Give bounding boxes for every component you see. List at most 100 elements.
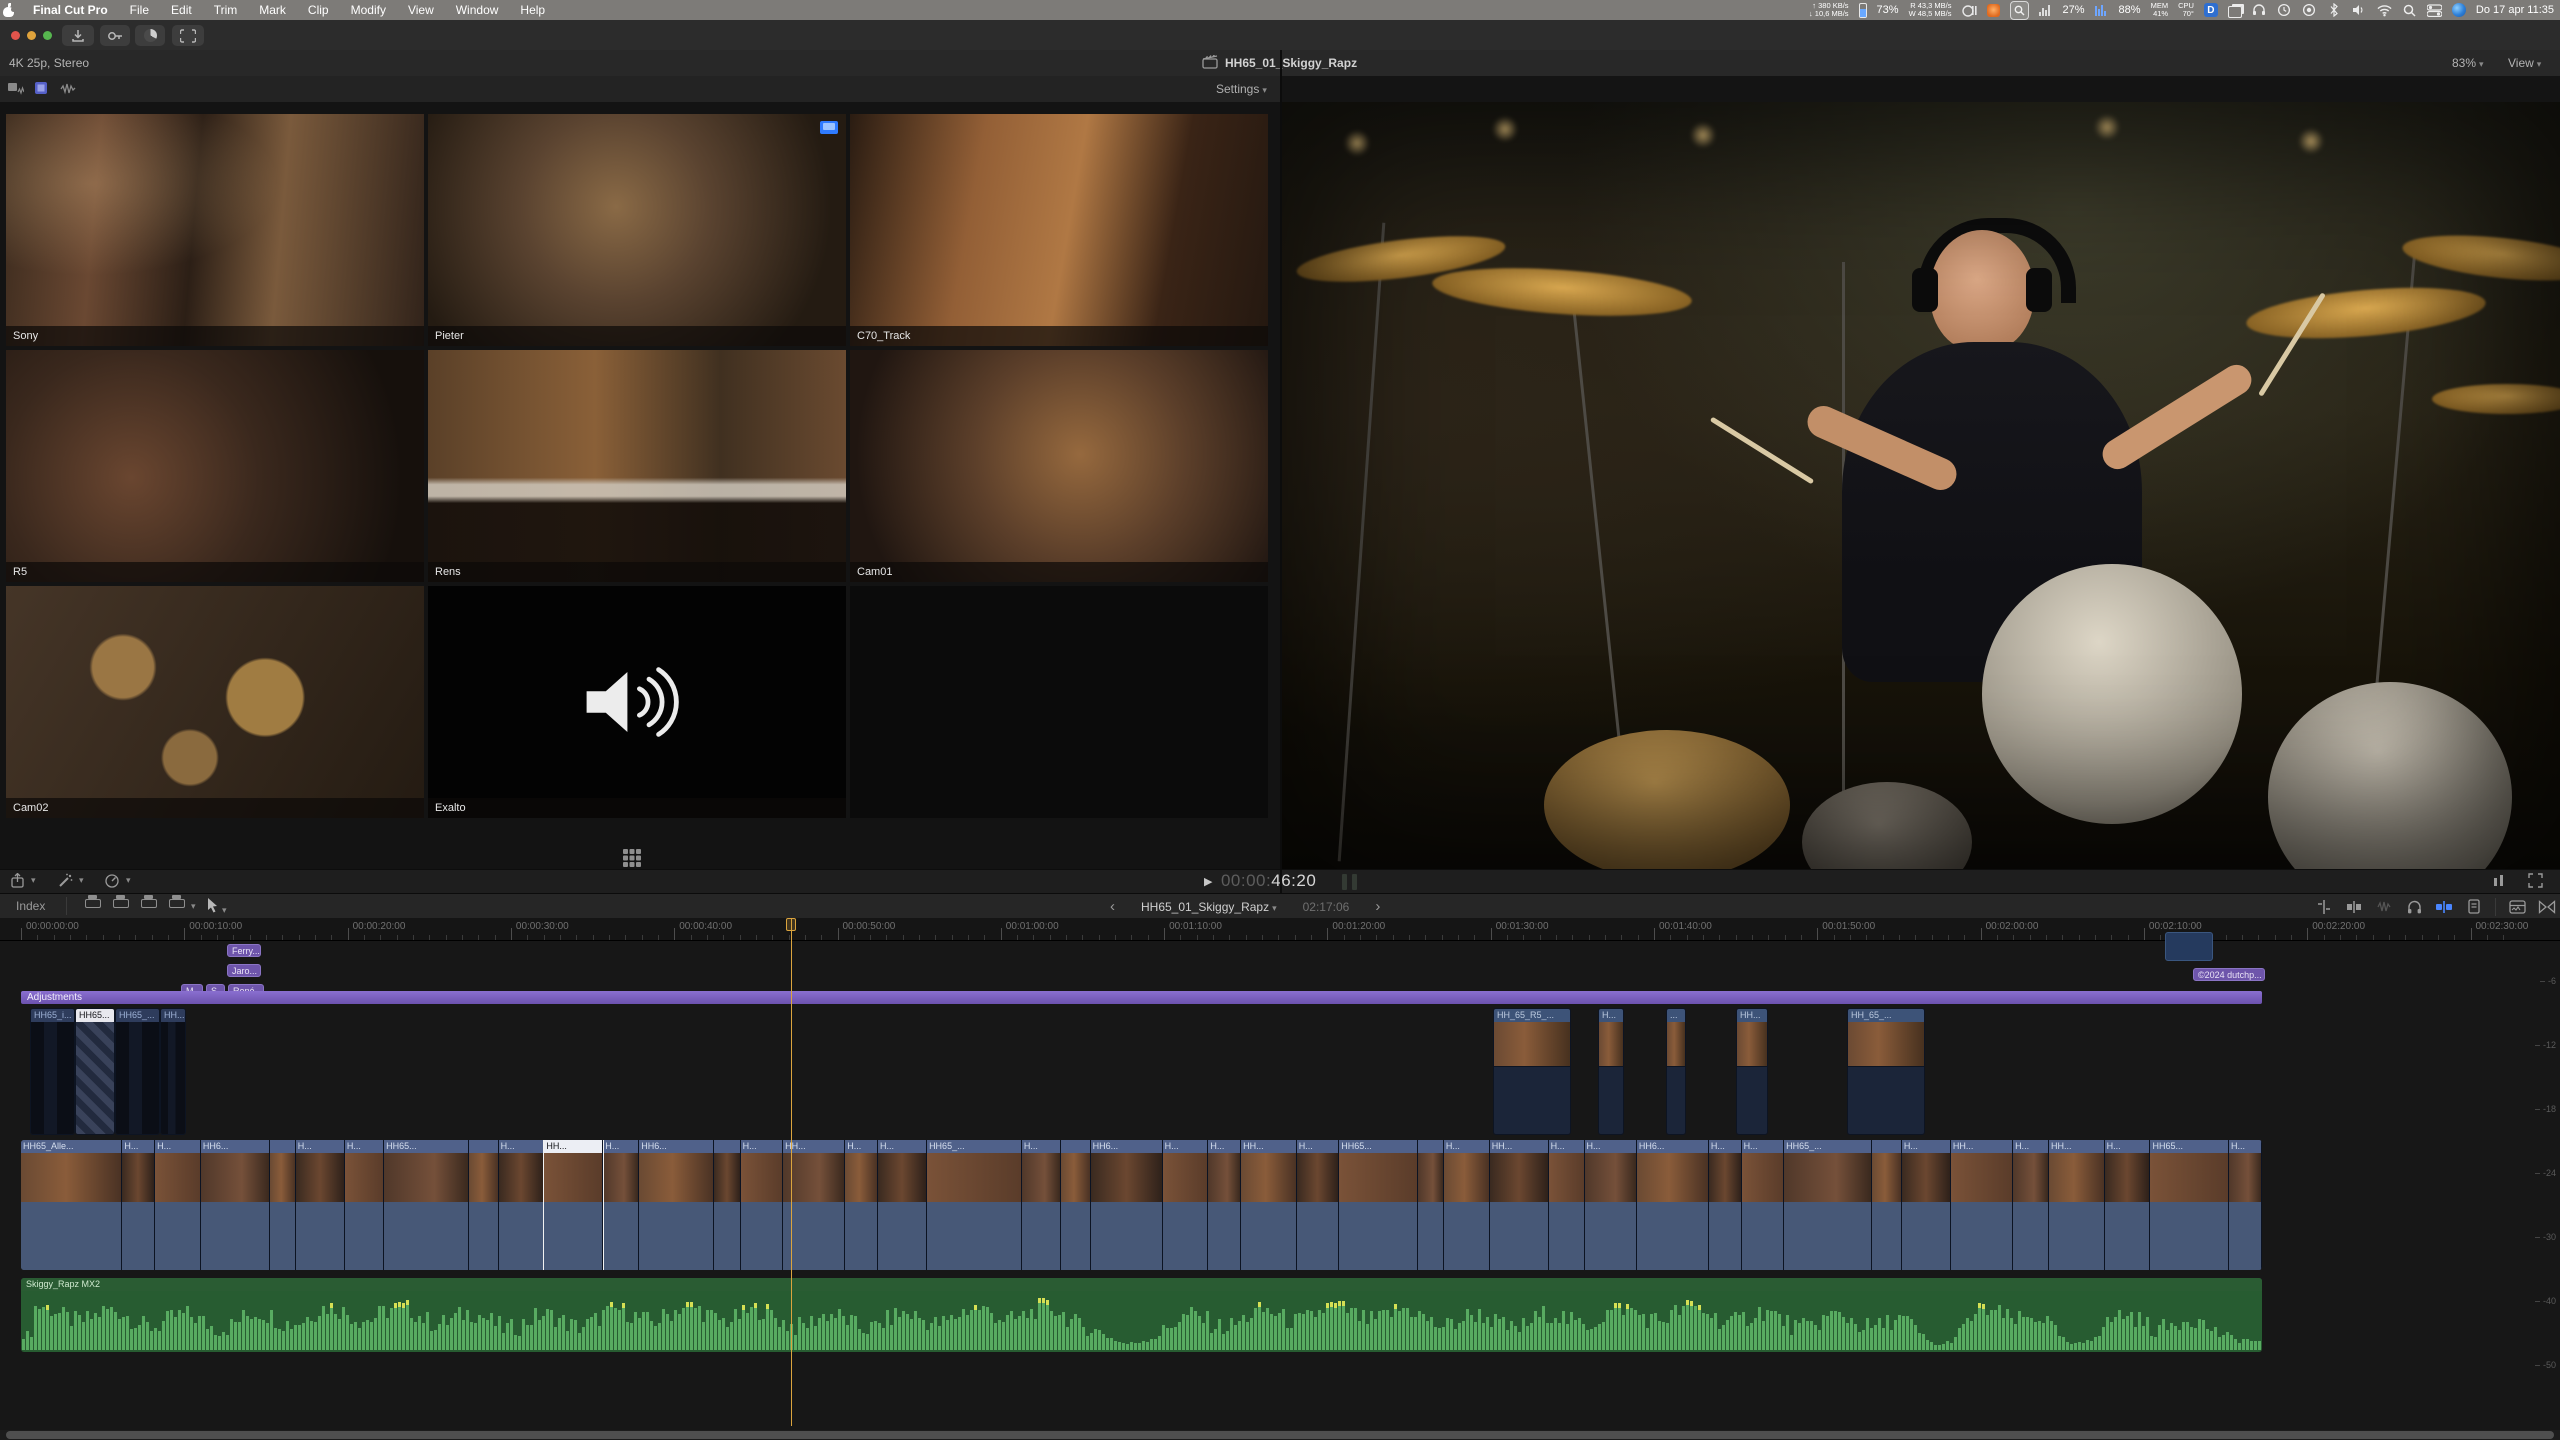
storyline-clip[interactable]: HH... [783,1140,845,1270]
background-tasks-button[interactable] [135,25,165,46]
storyline-clip[interactable]: H... [1022,1140,1061,1270]
angle-cell[interactable]: Cam02 [6,586,424,818]
enhancements-wand-button[interactable]: ▾ [58,873,84,888]
storyline-clip[interactable] [469,1140,498,1270]
timeline-project-menu[interactable]: HH65_01_Skiggy_Rapz▾ [1141,900,1277,914]
storyline-clip[interactable] [1418,1140,1444,1270]
storyline-clip[interactable]: H... [603,1140,639,1270]
timeline-area[interactable]: 00:00:00:0000:00:10:0000:00:20:0000:00:3… [0,918,2560,1430]
wifi-icon[interactable] [2377,3,2392,18]
menu-item[interactable]: Trim [214,3,238,17]
import-media-button[interactable] [62,25,94,46]
playhead[interactable] [791,918,792,1426]
storyline-clip[interactable] [1872,1140,1901,1270]
storyline-clip[interactable]: H... [155,1140,201,1270]
storyline-clip[interactable]: HH65_... [1784,1140,1872,1270]
mem-readout[interactable]: MEM41% [2151,2,2169,18]
storyline-clip[interactable]: HH65... [384,1140,469,1270]
angle-cell[interactable]: Exalto [428,586,846,818]
storyline-clip[interactable]: H... [345,1140,384,1270]
cpu-meter-icon[interactable] [2039,4,2053,16]
angle-cell[interactable]: Sony [6,114,424,346]
zoom-button[interactable] [43,31,52,40]
connected-clip[interactable]: HH_65_R5_... [1493,1008,1571,1135]
storyline-clip[interactable]: H... [1902,1140,1951,1270]
storyline-clip[interactable]: H... [122,1140,155,1270]
menubar-clock[interactable]: Do 17 apr 11:35 [2476,4,2554,16]
index-button[interactable]: Index [16,899,45,913]
adjustments-bar[interactable]: Adjustments [21,991,2262,1004]
storyline-clip[interactable]: H... [499,1140,545,1270]
storyline-clip[interactable] [270,1140,296,1270]
marker-chip[interactable]: Jaro... [227,964,261,977]
storyline-clip[interactable]: H... [1549,1140,1585,1270]
storyline-clip[interactable]: HH65_... [927,1140,1022,1270]
menu-item[interactable]: Help [520,3,545,17]
audio-meters-toggle[interactable] [2492,873,2506,887]
clip-skimming-icon[interactable] [2345,899,2363,915]
pane-divider[interactable] [1280,50,1282,893]
angle-cell[interactable]: Rens [428,350,846,582]
storyline-clip[interactable]: HH... [2049,1140,2105,1270]
display-audio-only-icon[interactable] [60,82,76,100]
headphones-icon[interactable] [2252,3,2267,18]
bluetooth-icon[interactable] [2327,3,2342,18]
storyline-clip[interactable]: HH65... [1339,1140,1418,1270]
audio-skimming-icon[interactable] [2375,899,2393,915]
clip-appearance-icon[interactable] [2508,899,2526,915]
gpu-percent[interactable]: 88% [2119,4,2141,16]
timeline-hscrollbar-thumb[interactable] [6,1431,2554,1439]
battery-gauge-icon[interactable] [1859,3,1867,18]
storyline-clip[interactable]: HH6... [1091,1140,1163,1270]
angle-cell[interactable]: R5 [6,350,424,582]
menu-item[interactable]: Final Cut Pro [33,3,108,17]
storyline-clip[interactable]: H... [878,1140,927,1270]
storyline-clip[interactable]: H... [1742,1140,1785,1270]
active-search-icon[interactable] [2010,1,2029,20]
battery-percent[interactable]: 73% [1877,4,1899,16]
app-status-icon[interactable] [1987,4,2000,17]
storyline-clip[interactable]: HH... [1241,1140,1297,1270]
menu-item[interactable]: Edit [171,3,192,17]
angle-settings-menu[interactable]: Settings▾ [1216,82,1267,96]
angle-cell[interactable]: Pieter [428,114,846,346]
display-video-only-icon[interactable] [34,81,48,100]
storyline-clip[interactable]: HH... [1490,1140,1549,1270]
storyline-clip[interactable]: H... [1585,1140,1637,1270]
storyline-clip[interactable]: HH6... [639,1140,714,1270]
solo-icon[interactable] [2405,899,2423,915]
volume-icon[interactable] [2352,3,2367,18]
clock-icon[interactable] [2277,3,2292,18]
cpu-percent[interactable]: 27% [2063,4,2085,16]
storyline-clip[interactable]: H... [1709,1140,1742,1270]
storyline-clip[interactable]: H... [1444,1140,1490,1270]
keyword-editor-button[interactable] [100,25,130,46]
record-icon[interactable] [2302,3,2317,18]
apple-menu-icon[interactable] [2,4,15,17]
menu-item[interactable]: Clip [308,3,329,17]
storyline-clip[interactable]: HH... [544,1140,603,1270]
credit-title-chip[interactable]: ©2024 dutchp... [2193,968,2265,981]
storyline-clip[interactable]: H... [1297,1140,1340,1270]
control-center-icon[interactable] [2427,3,2442,18]
viewer-zoom-menu[interactable]: 83%▾ [2452,56,2484,70]
viewer-expand-button[interactable] [2528,873,2543,888]
menu-item[interactable]: Modify [351,3,386,17]
menu-item[interactable]: Window [456,3,499,17]
angle-cell[interactable] [850,586,1268,818]
cpu-temp-readout[interactable]: CPU70° [2178,2,2194,18]
storyline-clip[interactable]: H... [296,1140,345,1270]
media-pause-icon[interactable] [1962,3,1977,18]
music-audio-clip[interactable]: Skiggy_Rapz MX2 [21,1278,2262,1352]
close-button[interactable] [11,31,20,40]
retime-button[interactable]: ▾ [104,873,131,888]
storyline-clip[interactable] [1061,1140,1090,1270]
connected-clip[interactable]: ... [1666,1008,1686,1135]
connected-clip[interactable]: HH_65_... [1847,1008,1925,1135]
storyline-clip[interactable]: H... [2105,1140,2151,1270]
main-viewer[interactable] [1282,102,2560,869]
marker-chip[interactable]: Ferry... [227,944,261,957]
spotlight-icon[interactable] [2402,3,2417,18]
storyline-clip[interactable]: H... [845,1140,878,1270]
network-throughput[interactable]: ↑ 380 KB/s↓ 10,6 MB/s [1809,2,1849,18]
